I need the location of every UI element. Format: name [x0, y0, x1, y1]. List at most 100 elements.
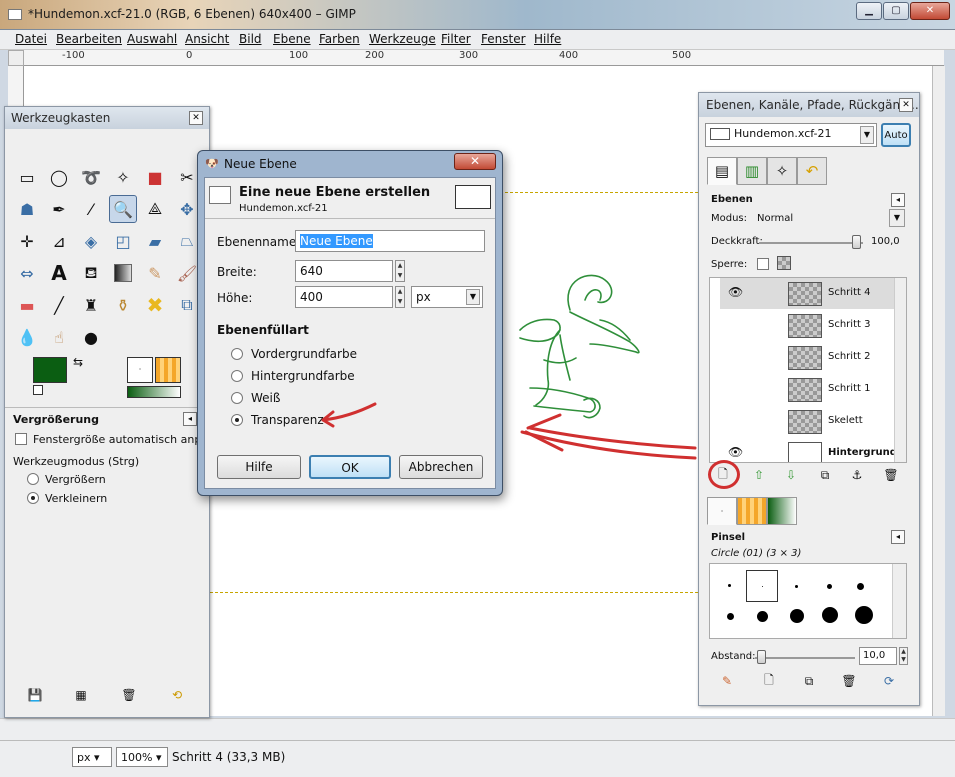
brush-item[interactable]	[757, 611, 768, 622]
height-input[interactable]: 400	[295, 286, 393, 308]
minimize-button[interactable]: ▁	[856, 2, 882, 20]
spacing-slider[interactable]	[755, 657, 855, 659]
fill-foreground-radio[interactable]	[231, 348, 243, 360]
blend-icon[interactable]	[109, 259, 137, 287]
brush-preview[interactable]: ·	[127, 357, 153, 383]
refresh-brushes-icon[interactable]: ⟳	[879, 671, 899, 691]
ellipse-select-icon[interactable]: ◯	[45, 163, 73, 191]
ink-icon[interactable]: ♜	[77, 291, 105, 319]
heal-icon[interactable]: ✖	[141, 291, 169, 319]
brush-item[interactable]	[728, 584, 731, 587]
unit-select[interactable]: px ▾	[72, 747, 112, 767]
free-select-icon[interactable]: ➰	[77, 163, 105, 191]
opacity-slider-handle[interactable]	[852, 235, 861, 249]
rect-select-icon[interactable]: ▭	[13, 163, 41, 191]
swap-colors-icon[interactable]: ⇆	[73, 355, 83, 369]
save-options-icon[interactable]: 💾	[25, 685, 45, 705]
tab-channels[interactable]: ▥	[737, 157, 767, 185]
eye-icon[interactable]: 👁	[728, 285, 743, 299]
measure-icon[interactable]: ⟁	[141, 195, 169, 223]
horizontal-scrollbar[interactable]	[0, 718, 955, 740]
auto-button[interactable]: Auto	[881, 123, 911, 147]
pencil-icon[interactable]: ✎	[141, 259, 169, 287]
brush-item[interactable]	[855, 606, 873, 624]
duplicate-brush-icon[interactable]: ⧉	[799, 671, 819, 691]
lock-checkbox[interactable]	[757, 258, 769, 270]
brush-item[interactable]	[790, 609, 804, 623]
spacing-spinner[interactable]: ▲ ▼	[899, 647, 908, 665]
layers-menu-icon[interactable]: ◂	[891, 193, 905, 207]
dock-close-icon[interactable]: ✕	[899, 98, 913, 112]
help-button[interactable]: Hilfe	[217, 455, 301, 479]
shear-icon[interactable]: ▰	[141, 227, 169, 255]
dialog-close-button[interactable]: ✕	[454, 153, 496, 170]
menu-hilfe[interactable]: Hilfe	[534, 32, 561, 46]
opacity-value[interactable]: 100,0	[871, 236, 900, 247]
layer-row[interactable]: Schritt 3	[720, 310, 902, 341]
delete-options-icon[interactable]: 🗑	[119, 685, 139, 705]
vertical-scrollbar[interactable]	[932, 66, 945, 716]
delete-layer-icon[interactable]: 🗑	[881, 465, 901, 485]
duplicate-layer-icon[interactable]: ⧉	[815, 465, 835, 485]
ruler-corner[interactable]	[8, 50, 24, 66]
width-spinner[interactable]: ▲ ▼	[395, 260, 405, 282]
fill-transparency-radio[interactable]	[231, 414, 243, 426]
options-menu-icon[interactable]: ◂	[183, 412, 197, 426]
new-brush-icon[interactable]: 🗋	[759, 671, 779, 691]
menu-bild[interactable]: Bild	[239, 32, 262, 46]
image-select[interactable]: Hundemon.xcf-21 ▼	[705, 123, 877, 147]
menu-bearbeiten[interactable]: Bearbeiten	[56, 32, 122, 46]
airbrush-icon[interactable]: ╱	[45, 291, 73, 319]
pattern-preview[interactable]	[155, 357, 181, 383]
blur-icon[interactable]: 💧	[13, 323, 41, 351]
anchor-layer-icon[interactable]: ⚓	[847, 465, 867, 485]
color-select-icon[interactable]: ■	[141, 163, 169, 191]
menu-ebene[interactable]: Ebene	[273, 32, 311, 46]
foreground-color[interactable]	[33, 357, 67, 383]
spacing-input[interactable]: 10,0	[859, 647, 897, 665]
reset-colors-icon[interactable]	[33, 385, 43, 395]
layer-row[interactable]: 👁 Schritt 4	[720, 278, 902, 309]
close-button[interactable]: ✕	[910, 2, 950, 20]
menu-datei[interactable]: Datei	[15, 32, 47, 46]
tab-undo[interactable]: ↶	[797, 157, 827, 185]
mode-dropdown-icon[interactable]: ▼	[889, 209, 905, 227]
menu-filter[interactable]: Filter	[441, 32, 471, 46]
menu-fenster[interactable]: Fenster	[481, 32, 526, 46]
foreground-select-icon[interactable]: ☗	[13, 195, 41, 223]
reset-options-icon[interactable]: ⟲	[167, 685, 187, 705]
auto-resize-checkbox[interactable]	[15, 433, 27, 445]
rotate-icon[interactable]: ◈	[77, 227, 105, 255]
bucket-fill-icon[interactable]: ⛾	[77, 259, 105, 287]
mode-value[interactable]: Normal	[757, 213, 793, 224]
restore-options-icon[interactable]: ▦	[71, 685, 91, 705]
brush-item[interactable]	[727, 613, 734, 620]
layer-row[interactable]: Skelett	[720, 406, 902, 437]
opacity-slider[interactable]	[759, 242, 863, 244]
paths-icon[interactable]: ✒	[45, 195, 73, 223]
eraser-icon[interactable]: ▬	[13, 291, 41, 319]
brush-item[interactable]	[827, 584, 832, 589]
brush-selected[interactable]	[746, 570, 778, 602]
layer-row[interactable]: Schritt 1	[720, 374, 902, 405]
menu-werkzeuge[interactable]: Werkzeuge	[369, 32, 436, 46]
fill-background-radio[interactable]	[231, 370, 243, 382]
layer-name-input[interactable]: Neue Ebene	[295, 230, 485, 252]
dodge-burn-icon[interactable]: ●	[77, 323, 105, 351]
color-picker-icon[interactable]: ⁄	[77, 195, 105, 223]
eye-icon[interactable]: 👁	[728, 445, 743, 459]
delete-brush-icon[interactable]: 🗑	[839, 671, 859, 691]
raise-layer-icon[interactable]: ⇧	[749, 465, 769, 485]
fuzzy-select-icon[interactable]: ✧	[109, 163, 137, 191]
spacing-slider-handle[interactable]	[757, 650, 766, 664]
horizontal-ruler[interactable]: -100 0 100 200 300 400 500	[24, 50, 944, 66]
zoom-icon[interactable]: 🔍	[109, 195, 137, 223]
crop-icon[interactable]: ⊿	[45, 227, 73, 255]
maximize-button[interactable]: ▢	[883, 2, 909, 20]
scale-icon[interactable]: ◰	[109, 227, 137, 255]
height-spinner[interactable]: ▲ ▼	[395, 286, 405, 308]
lower-layer-icon[interactable]: ⇩	[781, 465, 801, 485]
layer-row[interactable]: 👁 Hintergrund	[720, 438, 902, 462]
menu-auswahl[interactable]: Auswahl	[127, 32, 177, 46]
toolbox-close-icon[interactable]: ✕	[189, 111, 203, 125]
